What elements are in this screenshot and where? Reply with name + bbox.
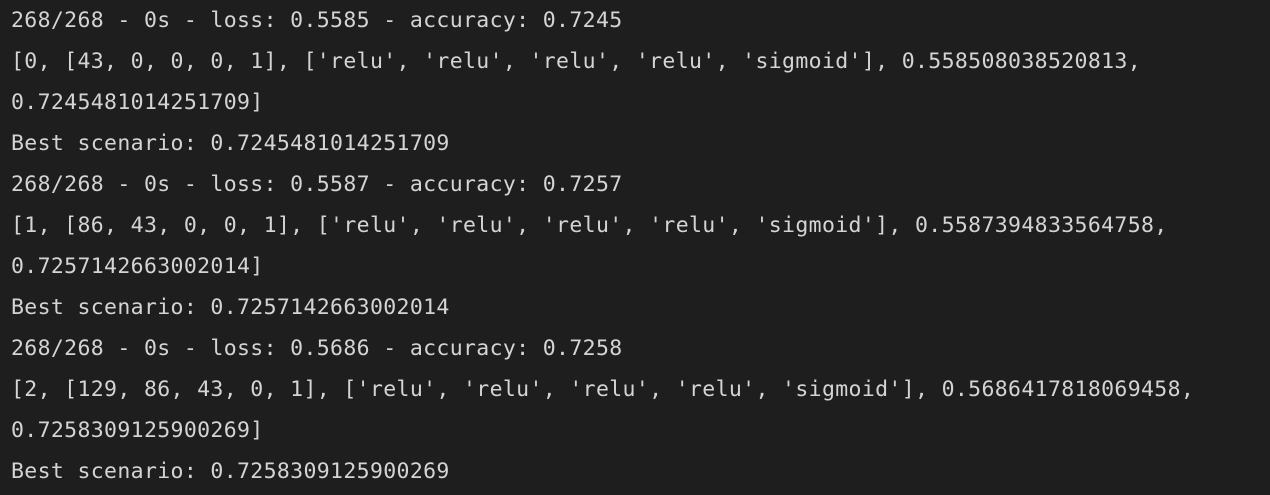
console-line-best-scenario: Best scenario: 0.7245481014251709	[11, 131, 450, 156]
console-line-epoch-log: 268/268 - 0s - loss: 0.5585 - accuracy: …	[11, 8, 623, 33]
console-line-result-list-continued: 0.7258309125900269]	[11, 418, 264, 443]
console-line-result-list: [0, [43, 0, 0, 0, 1], ['relu', 'relu', '…	[11, 49, 1141, 74]
console-line-result-list: [1, [86, 43, 0, 0, 1], ['relu', 'relu', …	[11, 213, 1168, 238]
console-line-result-list: [2, [129, 86, 43, 0, 1], ['relu', 'relu'…	[11, 377, 1195, 402]
console-output: 268/268 - 0s - loss: 0.5585 - accuracy: …	[0, 0, 1270, 495]
console-line-epoch-log: 268/268 - 0s - loss: 0.5587 - accuracy: …	[11, 172, 623, 197]
console-line-result-list-continued: 0.7245481014251709]	[11, 90, 264, 115]
console-line-epoch-log: 268/268 - 0s - loss: 0.5686 - accuracy: …	[11, 336, 623, 361]
console-line-result-list-continued: 0.7257142663002014]	[11, 254, 264, 279]
console-line-best-scenario: Best scenario: 0.7257142663002014	[11, 295, 450, 320]
console-line-best-scenario: Best scenario: 0.7258309125900269	[11, 459, 450, 484]
